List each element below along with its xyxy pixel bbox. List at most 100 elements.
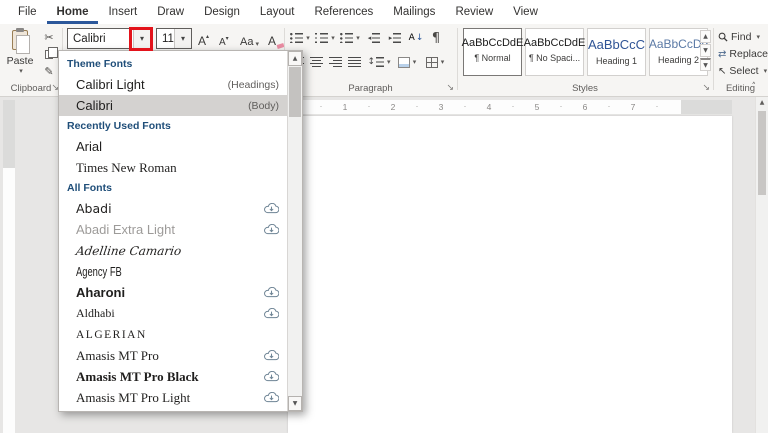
font-list-item[interactable]: Calibri Light (Headings) bbox=[59, 74, 287, 95]
scroll-up-icon[interactable]: ▲ bbox=[756, 99, 768, 106]
font-list-item[interactable]: Arial bbox=[59, 136, 287, 157]
font-list-scrollbar[interactable]: ▲ ▼ bbox=[287, 51, 302, 411]
collapse-ribbon-button[interactable]: ˄ bbox=[752, 82, 757, 92]
chevron-down-icon: ▾ bbox=[19, 67, 23, 75]
styles-more-button[interactable]: ▼ bbox=[700, 58, 711, 71]
font-size-dropdown-arrow[interactable] bbox=[174, 29, 191, 48]
font-list-item[interactable]: Abadi bbox=[59, 198, 287, 219]
scrollbar-thumb[interactable] bbox=[758, 111, 766, 195]
replace-icon: ⇄ bbox=[718, 49, 726, 60]
vertical-scrollbar[interactable]: ▲ bbox=[755, 97, 768, 433]
ruler-dot: · bbox=[416, 100, 419, 113]
ribbon-tab[interactable]: Review bbox=[445, 0, 503, 24]
style-card[interactable]: AaBbCcDdE ¶ Normal bbox=[463, 28, 522, 76]
line-spacing-icon: ↕ bbox=[367, 57, 375, 67]
style-preview: AaBbCcC bbox=[588, 37, 645, 52]
font-name: Calibri bbox=[76, 98, 113, 113]
font-list-item[interactable]: Adelline Camario bbox=[59, 240, 287, 261]
scroll-down-icon[interactable]: ▼ bbox=[288, 396, 302, 411]
font-name: Aldhabi bbox=[76, 306, 115, 321]
cloud-download-icon bbox=[264, 287, 279, 298]
styles-group-label: Styles bbox=[457, 83, 713, 94]
font-name: Aharoni bbox=[76, 285, 125, 300]
find-button[interactable]: Find▾ bbox=[718, 30, 760, 44]
multilevel-list-button[interactable]: ▾ bbox=[338, 28, 362, 48]
font-list-section-header: Theme Fonts bbox=[59, 54, 287, 74]
bullet-list-icon bbox=[290, 33, 303, 43]
decrease-indent-button[interactable]: ◂ bbox=[364, 28, 384, 48]
increase-indent-button[interactable]: ▸ bbox=[385, 28, 405, 48]
copy-button[interactable] bbox=[40, 47, 58, 62]
font-list-item[interactable]: Amasis MT Pro Light bbox=[59, 387, 287, 408]
scrollbar-thumb[interactable] bbox=[289, 67, 301, 117]
show-paragraph-marks-button[interactable]: ¶ bbox=[428, 28, 444, 48]
styles-scroll-down-button[interactable]: ▼ bbox=[700, 44, 711, 57]
ribbon-tab[interactable]: File bbox=[8, 0, 47, 24]
style-card[interactable]: AaBbCcDdE ¶ No Spaci... bbox=[525, 28, 584, 76]
select-button[interactable]: ↖ Select▾ bbox=[718, 64, 767, 78]
font-name: Abadi Extra Light bbox=[76, 222, 175, 237]
replace-button[interactable]: ⇄ Replace bbox=[718, 47, 768, 61]
style-card[interactable]: AaBbCcC Heading 1 bbox=[587, 28, 646, 76]
cloud-download-icon bbox=[264, 350, 279, 361]
annotation-highlight-box bbox=[129, 27, 153, 51]
font-list-item[interactable]: Aldhabi bbox=[59, 303, 287, 324]
scissors-icon: ✂ bbox=[44, 31, 53, 44]
paragraph-dialog-launcher-icon[interactable]: ↘ bbox=[446, 83, 454, 93]
paste-button[interactable]: Paste ▾ bbox=[4, 27, 36, 91]
ribbon-tab[interactable]: Draw bbox=[147, 0, 194, 24]
font-list-item[interactable]: Aharoni bbox=[59, 282, 287, 303]
ribbon-tab[interactable]: Layout bbox=[250, 0, 305, 24]
grow-font-button[interactable] bbox=[198, 30, 209, 48]
ribbon-tab[interactable]: Mailings bbox=[383, 0, 445, 24]
font-list-item[interactable]: Times New Roman bbox=[59, 157, 287, 178]
font-size-value: 11 bbox=[157, 29, 174, 48]
ruler-dot: · bbox=[512, 100, 515, 113]
ribbon-tab[interactable]: Home bbox=[47, 0, 99, 24]
font-size-combobox[interactable]: 11 bbox=[156, 28, 192, 49]
ribbon-tab[interactable]: References bbox=[304, 0, 383, 24]
lines-icon bbox=[393, 33, 401, 43]
sort-button[interactable] bbox=[406, 28, 426, 48]
font-list-item[interactable]: Amasis MT Pro Black bbox=[59, 366, 287, 387]
font-list-item[interactable]: Abadi Extra Light bbox=[59, 219, 287, 240]
ribbon-tab[interactable]: Design bbox=[194, 0, 250, 24]
font-name: Amasis MT Pro Light bbox=[76, 390, 190, 406]
styles-dialog-launcher-icon[interactable]: ↘ bbox=[702, 83, 710, 93]
font-name: Times New Roman bbox=[76, 160, 177, 176]
font-list-item[interactable]: ALGERIAN bbox=[59, 324, 287, 345]
align-center-button[interactable] bbox=[307, 52, 325, 72]
copy-icon bbox=[45, 50, 53, 59]
font-list: Theme Fonts Calibri Light (Headings) Cal… bbox=[59, 51, 287, 411]
clear-formatting-icon: A bbox=[268, 34, 276, 48]
borders-button[interactable]: ▾ bbox=[422, 52, 448, 72]
scroll-up-icon[interactable]: ▲ bbox=[288, 51, 302, 66]
cut-button[interactable]: ✂ bbox=[40, 30, 58, 45]
font-list-item[interactable]: Calibri (Body) bbox=[59, 95, 287, 116]
multilevel-list-icon bbox=[340, 33, 353, 43]
ribbon-tab[interactable]: View bbox=[503, 0, 548, 24]
line-spacing-button[interactable]: ↕ ▾ bbox=[366, 52, 392, 72]
font-list-item[interactable]: Amasis MT Pro bbox=[59, 345, 287, 366]
align-right-button[interactable] bbox=[326, 52, 344, 72]
ribbon-tab[interactable]: Insert bbox=[98, 0, 147, 24]
bullets-button[interactable]: ▾ bbox=[288, 28, 312, 48]
shrink-font-button[interactable] bbox=[219, 30, 229, 48]
clear-formatting-button[interactable]: A bbox=[268, 30, 284, 48]
ruler-number: 4 bbox=[487, 100, 492, 114]
font-list-section-header: Recently Used Fonts bbox=[59, 116, 287, 136]
format-painter-button[interactable]: ✎ bbox=[40, 64, 58, 79]
font-list-item[interactable]: Agency FB bbox=[59, 261, 287, 282]
paste-icon bbox=[12, 30, 28, 50]
shading-button[interactable]: ▾ bbox=[394, 52, 420, 72]
styles-scroll-up-button[interactable]: ▲ bbox=[700, 30, 711, 43]
align-center-icon bbox=[310, 57, 323, 67]
document-page[interactable] bbox=[288, 116, 732, 433]
vertical-ruler-text-zone bbox=[3, 168, 15, 433]
numbering-button[interactable]: ▾ bbox=[313, 28, 337, 48]
font-suffix: (Body) bbox=[248, 100, 279, 112]
style-name: Heading 1 bbox=[596, 56, 637, 66]
justify-button[interactable] bbox=[345, 52, 363, 72]
change-case-button[interactable]: Aa▾ bbox=[240, 30, 259, 48]
shrink-font-icon bbox=[219, 34, 229, 48]
